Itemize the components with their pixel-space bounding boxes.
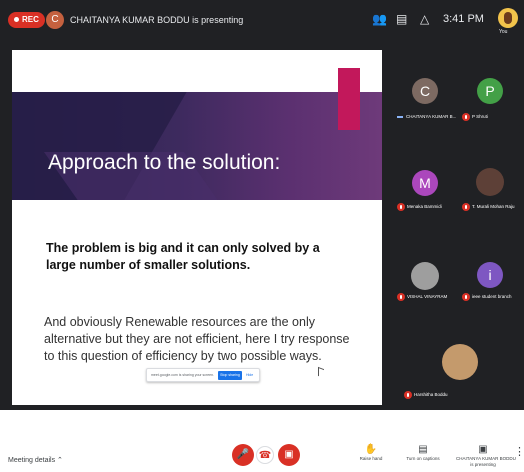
slide-body-text: And obviously Renewable resources are th… (44, 315, 350, 363)
more-options-icon[interactable]: ⋮ (514, 446, 524, 458)
bottom-bar: Meeting details ⌃ 🎤 ☎ ▣ ✋ Raise hand ▤ T… (0, 428, 524, 472)
participant-tile[interactable]: Harshitha Boddu (394, 312, 522, 404)
participant-label: ieee student branch (459, 292, 522, 302)
slide-bold-text: The problem is big and it can only solve… (46, 241, 320, 272)
participant-label: P Shruti (459, 112, 522, 122)
participant-label: Harshitha Boddu (394, 390, 522, 400)
chat-icon[interactable]: ▤ (396, 12, 407, 26)
participant-avatar: i (477, 262, 503, 288)
presenting-status: CHAITANYA KUMAR BODDU is presenting (70, 15, 244, 25)
participant-tile[interactable]: M Menaka Bammidi (394, 132, 457, 216)
speaking-indicator-icon (397, 115, 403, 118)
participant-tile[interactable]: i ieee student branch (459, 222, 522, 306)
mic-off-icon (404, 390, 412, 399)
recording-badge: REC (8, 12, 45, 28)
recording-label: REC (22, 15, 39, 24)
meeting-details-label: Meeting details (8, 457, 56, 464)
mic-off-icon: 🎤 (236, 449, 250, 460)
mic-off-icon (397, 292, 405, 301)
participant-name: CHAITANYA KUMAR B... (406, 114, 457, 119)
shared-slide: Approach to the solution: The problem is… (12, 50, 382, 405)
record-dot-icon (14, 17, 19, 23)
hide-prompt-button[interactable]: Hide (246, 372, 253, 379)
mic-off-icon (397, 202, 405, 211)
captions-button[interactable]: ▤ Turn on captions (400, 444, 446, 462)
participant-tile[interactable]: P P Shruti (459, 42, 522, 126)
presenting-label-line2: is presenting (470, 462, 496, 467)
participant-photo (442, 344, 478, 380)
stop-sharing-button[interactable]: Stop sharing (218, 371, 242, 380)
participant-name: Menaka Bammidi (407, 204, 442, 209)
presenting-button[interactable]: ▣ CHAITANYA KUMAR BODDU is presenting (456, 444, 516, 468)
present-screen-icon: ▣ (478, 444, 488, 455)
mouse-cursor-icon (318, 366, 324, 379)
chevron-up-icon: ⌃ (57, 457, 63, 464)
participant-avatar: P (477, 78, 503, 104)
participant-photo (411, 262, 439, 290)
participant-label: Menaka Bammidi (394, 202, 457, 212)
slide-title-band (12, 92, 382, 200)
hand-icon: ✋ (364, 444, 378, 455)
people-icon[interactable]: 👥 (372, 12, 387, 26)
participant-name: Harshitha Boddu (414, 392, 448, 397)
self-avatar[interactable] (498, 8, 518, 28)
camera-toggle-button[interactable]: ▣ (278, 444, 300, 466)
camera-off-icon: ▣ (284, 449, 294, 460)
raise-hand-label: Raise hand (359, 456, 383, 461)
raise-hand-button[interactable]: ✋ Raise hand (348, 444, 394, 462)
clock-time: 3:41 PM (443, 13, 484, 25)
participant-name: ieee student branch (472, 294, 512, 299)
participant-tile[interactable]: T. Murali Mohan Raju (459, 132, 522, 216)
participant-tile[interactable]: C CHAITANYA KUMAR B... (394, 42, 457, 126)
mic-off-icon (462, 202, 470, 211)
mic-off-icon (462, 112, 470, 121)
mic-toggle-button[interactable]: 🎤 (232, 444, 254, 466)
self-label: You (499, 29, 508, 35)
presenter-avatar: C (46, 11, 64, 29)
captions-label: Turn on captions (406, 456, 440, 461)
participant-avatar: M (412, 170, 438, 196)
slide-accent-bar (338, 68, 360, 130)
leave-call-button[interactable]: ☎ (256, 446, 274, 464)
top-bar: REC C CHAITANYA KUMAR BODDU is presentin… (0, 0, 524, 40)
presentation-panel: Approach to the solution: The problem is… (0, 40, 392, 410)
participant-name: T. Murali Mohan Raju (472, 204, 515, 209)
participant-label: CHAITANYA KUMAR B... (394, 112, 457, 122)
participant-label: T. Murali Mohan Raju (459, 202, 522, 212)
share-prompt-text: meet.google.com is sharing your screen. (151, 373, 215, 377)
meeting-details-button[interactable]: Meeting details ⌃ (8, 456, 63, 466)
slide-title: Approach to the solution: (48, 151, 281, 174)
participant-tile[interactable]: VISHAL VINAYRAM (394, 222, 457, 306)
participant-photo (476, 168, 504, 196)
screen-share-prompt: meet.google.com is sharing your screen. … (146, 368, 260, 382)
captions-icon: ▤ (418, 444, 428, 455)
mic-off-icon (462, 292, 470, 301)
meet-window: REC C CHAITANYA KUMAR BODDU is presentin… (0, 0, 524, 472)
phone-hangup-icon: ☎ (258, 450, 272, 461)
participant-label: VISHAL VINAYRAM (394, 292, 457, 302)
participant-name: VISHAL VINAYRAM (407, 294, 448, 299)
participants-grid: C CHAITANYA KUMAR B... P P Shruti M Mena… (392, 40, 524, 410)
activities-icon[interactable]: △ (420, 12, 429, 26)
participant-avatar: C (412, 78, 438, 104)
participant-name: P Shruti (472, 114, 488, 119)
